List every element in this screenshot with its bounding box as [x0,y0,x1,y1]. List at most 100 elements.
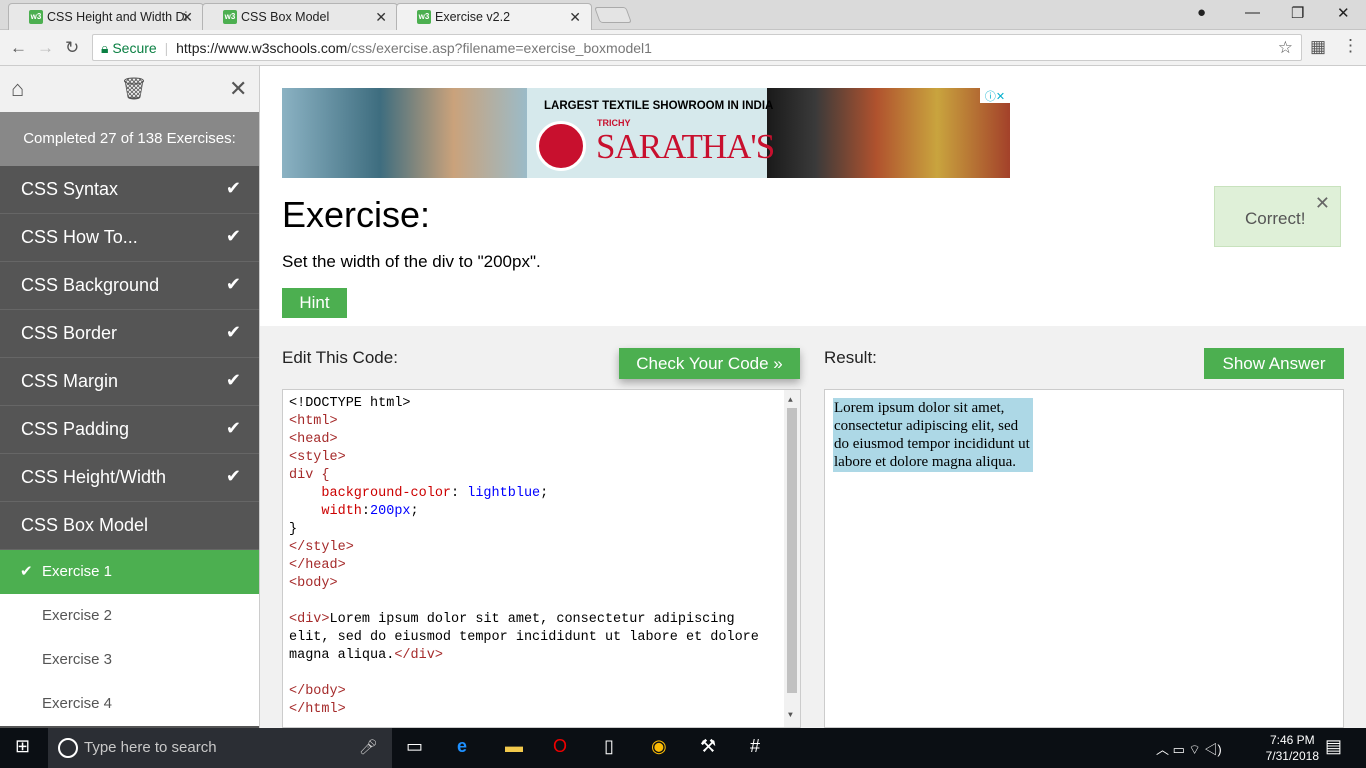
code-line: </style> [289,540,354,555]
result-div: Lorem ipsum dolor sit amet, consectetur … [833,398,1033,472]
code-editor[interactable]: <!DOCTYPE html> <html> <head> <style> di… [282,389,801,728]
notepad-icon[interactable]: ▯ [604,736,614,757]
correct-message: Correct! [1245,209,1306,228]
microphone-icon[interactable]: 🎤︎ [359,738,378,756]
close-icon[interactable]: ✕ [229,76,247,102]
sidebar-subitem-exercise-3[interactable]: Exercise 3 [0,638,259,682]
code-tag: </div> [394,648,443,663]
w3schools-favicon-icon: w3 [29,10,43,24]
sidebar-toolbar: ⌂ 🗑︎ ✕ [0,66,259,112]
sidebar-item-css-height-width[interactable]: CSS Height/Width ✔ [0,454,259,502]
sidebar-item-label: CSS How To... [21,227,138,247]
action-center-icon[interactable]: ▤ [1325,736,1342,757]
close-notification-icon[interactable]: ✕ [1315,193,1330,214]
extension-icon[interactable]: ▦ [1310,37,1326,57]
show-answer-button[interactable]: Show Answer [1204,348,1344,379]
sidebar-item-css-padding[interactable]: CSS Padding ✔ [0,406,259,454]
check-code-button[interactable]: Check Your Code » [619,348,800,379]
minimize-icon[interactable]: — [1245,4,1260,21]
sidebar-item-css-box-model[interactable]: CSS Box Model [0,502,259,550]
profile-icon[interactable]: ● [1197,4,1206,21]
sidebar-item-css-how-to[interactable]: CSS How To... ✔ [0,214,259,262]
sidebar-item-css-border[interactable]: CSS Border ✔ [0,310,259,358]
home-icon[interactable]: ⌂ [11,76,24,102]
edit-code-label: Edit This Code: [282,348,398,367]
hint-button[interactable]: Hint [282,288,347,318]
secure-label: Secure [112,40,157,56]
sidebar-subitem-exercise-1[interactable]: ✔ Exercise 1 [0,550,259,594]
subitem-label: Exercise 2 [42,607,113,624]
slack-icon[interactable]: # [750,736,760,757]
bookmark-star-icon[interactable]: ☆ [1278,38,1293,58]
ad-brand: SARATHA'S [596,127,775,166]
checkmark-icon: ✔ [225,274,241,294]
subitem-label: Exercise 1 [42,563,113,580]
scroll-down-icon[interactable]: ▼ [788,707,793,725]
main-content: LARGEST TEXTILE SHOWROOM IN INDIA TRICHY… [260,66,1366,728]
menu-icon[interactable]: ⋮ [1342,36,1359,56]
sidebar-item-label: CSS Border [21,323,118,343]
exercise-instruction: Set the width of the div to "200px". [282,252,541,271]
file-explorer-icon[interactable]: ▬ [505,736,523,757]
code-line: div { [289,468,330,483]
sidebar-subitem-exercise-2[interactable]: Exercise 2 [0,594,259,638]
subitem-label: Exercise 3 [42,651,113,668]
task-view-icon[interactable]: ▭ [406,736,423,757]
sidebar-item-label: CSS Height/Width [21,467,167,487]
close-tab-icon[interactable]: ✕ [375,9,387,26]
exercise-sidebar: ⌂ 🗑︎ ✕ Completed 27 of 138 Exercises: CS… [0,66,260,728]
sidebar-subitem-exercise-4[interactable]: Exercise 4 [0,682,259,726]
chrome-icon[interactable]: ◉ [651,736,667,757]
tab-css-height-width[interactable]: w3 CSS Height and Width Di ✕ [8,3,204,30]
checkmark-icon: ✔ [225,466,241,486]
clock[interactable]: 7:46 PM 7/31/2018 [1266,732,1319,764]
code-line: <head> [289,432,338,447]
windows-taskbar: ⊞ Type here to search 🎤︎ ▭ e ▬ O ▯ ◉ ⚒ #… [0,728,1366,768]
ad-logo-seal [536,121,586,171]
sidebar-item-css-background[interactable]: CSS Background ✔ [0,262,259,310]
code-line: } [289,522,298,537]
opera-icon[interactable]: O [553,736,567,757]
url-field[interactable]: 🔒︎ Secure | https://www.w3schools.com/cs… [92,34,1302,61]
code-value: 200px [370,504,411,519]
code-text: Lorem ipsum dolor sit amet, consectetur … [329,612,735,627]
system-tray-icons[interactable]: ︿ ▭ ⌔ ◁) [1156,739,1222,758]
url-divider: | [164,40,169,56]
new-tab-button[interactable] [594,7,632,23]
tab-title: CSS Box Model [241,10,330,24]
maximize-icon[interactable]: ❐ [1291,4,1304,22]
w3schools-favicon-icon: w3 [417,10,431,24]
back-icon[interactable]: ← [10,38,27,58]
tools-icon[interactable]: ⚒ [700,736,716,757]
forward-icon[interactable]: → [37,38,54,58]
sidebar-item-css-margin[interactable]: CSS Margin ✔ [0,358,259,406]
scrollbar-thumb[interactable] [787,408,797,693]
windows-start-icon[interactable]: ⊞ [15,736,30,757]
code-line: <!DOCTYPE html> [289,396,411,411]
close-tab-icon[interactable]: ✕ [569,9,581,26]
tab-css-box-model[interactable]: w3 CSS Box Model ✕ [202,3,398,30]
tab-strip: w3 CSS Height and Width Di ✕ w3 CSS Box … [0,0,1366,31]
close-window-icon[interactable]: ✕ [1337,4,1350,22]
ad-info-close-icon[interactable]: ⓘ✕ [980,88,1010,103]
code-line: <html> [289,414,338,429]
search-placeholder: Type here to search [84,739,217,756]
advertisement-banner[interactable]: LARGEST TEXTILE SHOWROOM IN INDIA TRICHY… [282,88,1010,178]
tab-title: Exercise v2.2 [435,10,511,24]
editor-scrollbar[interactable]: ▲ ▼ [784,390,800,727]
clock-time: 7:46 PM [1269,733,1315,747]
trash-icon[interactable]: 🗑︎ [120,76,148,102]
sidebar-item-label: CSS Margin [21,371,119,391]
sidebar-item-label: CSS Padding [21,419,130,439]
code-line: </head> [289,558,346,573]
ad-photo-left [282,88,527,178]
taskbar-search-box[interactable]: Type here to search 🎤︎ [48,728,392,768]
tab-exercise[interactable]: w3 Exercise v2.2 ✕ [396,3,592,31]
sidebar-item-label: CSS Background [21,275,160,295]
cortana-icon [58,738,78,758]
edge-browser-icon[interactable]: e [457,736,467,757]
sidebar-item-css-syntax[interactable]: CSS Syntax ✔ [0,166,259,214]
reload-icon[interactable]: ↻ [65,38,79,58]
close-tab-icon[interactable]: ✕ [181,9,193,26]
tab-title: CSS Height and Width Di [47,10,188,24]
